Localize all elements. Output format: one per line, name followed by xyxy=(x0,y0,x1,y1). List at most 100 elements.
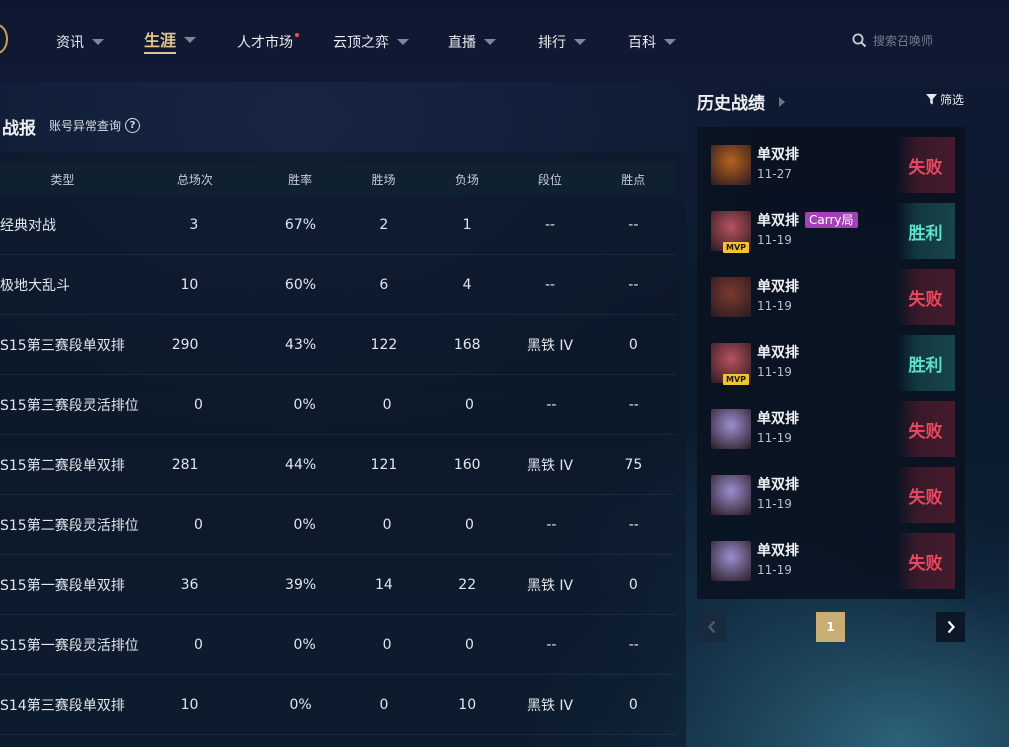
chevron-down-icon xyxy=(397,39,409,45)
search-input[interactable]: 搜索召唤师 xyxy=(852,32,933,49)
nav-label: 排行 xyxy=(538,35,566,51)
table-cell: S15第三赛段单双排 xyxy=(0,337,125,354)
match-item[interactable]: MVP 单双排 Carry局 11-19 胜利 xyxy=(697,193,965,259)
table-cell: 10 xyxy=(180,696,199,713)
table-cell: 290 xyxy=(171,336,199,353)
column-header: 段位 xyxy=(537,172,562,187)
table-cell: 黑铁 IV xyxy=(526,457,574,474)
table-cell: 0 xyxy=(465,636,474,653)
table-cell: 黑铁 IV xyxy=(526,697,574,714)
carry-badge: Carry局 xyxy=(805,212,858,228)
table-cell: 168 xyxy=(453,336,481,353)
filter-button[interactable]: 筛选 xyxy=(926,91,964,108)
table-cell: 0 xyxy=(194,396,203,413)
table-cell: S15第二赛段单双排 xyxy=(0,457,125,474)
column-header: 总场次 xyxy=(176,172,213,187)
nav-item-news[interactable]: 资讯 xyxy=(56,32,104,52)
chevron-down-icon xyxy=(484,39,496,45)
table-cell: -- xyxy=(628,396,639,413)
match-mode-label: 单双排 xyxy=(757,411,799,427)
page-number-button[interactable]: 1 xyxy=(816,612,845,642)
match-history-list: 单双排 11-27 失败 MVP 单双排 Carry局 11-19 胜利 单双排 11-19 失败 M… xyxy=(697,127,965,599)
champion-avatar xyxy=(711,541,751,581)
table-cell: -- xyxy=(546,516,557,533)
match-result: 胜利 xyxy=(896,203,955,259)
table-cell: 67% xyxy=(284,216,317,233)
table-cell: 60% xyxy=(284,276,317,293)
match-item[interactable]: MVP 单双排 11-19 胜利 xyxy=(697,325,965,391)
match-mode: 单双排 xyxy=(757,408,799,428)
table-cell: 44% xyxy=(285,456,317,473)
prev-page-button[interactable] xyxy=(697,612,726,642)
next-page-button[interactable] xyxy=(936,612,965,642)
top-nav: 资讯 生涯 人才市场 云顶之弈 直播 排行 百科 搜索召唤师 xyxy=(0,0,1009,82)
column-header: 胜点 xyxy=(621,172,646,187)
match-item[interactable]: 单双排 11-19 失败 xyxy=(697,523,965,589)
match-mode-label: 单双排 xyxy=(757,147,799,163)
table-cell: 0 xyxy=(628,336,638,353)
table-row: S15第一赛段单双排 36 39% 14 22 黑铁 IV 0 xyxy=(0,555,675,615)
nav-item-tft[interactable]: 云顶之弈 xyxy=(333,32,409,52)
history-title[interactable]: 历史战绩 xyxy=(697,89,785,114)
table-cell: 0 xyxy=(628,576,638,593)
table-cell: 22 xyxy=(458,576,477,593)
champion-avatar xyxy=(711,409,751,449)
table-cell: 4 xyxy=(462,276,472,293)
table-cell: 14 xyxy=(375,576,393,593)
nav-item-ranking[interactable]: 排行 xyxy=(538,32,586,52)
table-cell: 0 xyxy=(194,516,203,533)
table-row: S15第一赛段灵活排位 0 0% 0 0 -- -- xyxy=(0,615,675,675)
table-row: S14第三赛段单双排 10 0% 0 10 黑铁 IV 0 xyxy=(0,675,675,735)
chevron-right-icon xyxy=(779,96,785,107)
match-item[interactable]: 单双排 11-27 失败 xyxy=(697,127,965,193)
nav-item-career[interactable]: 生涯 xyxy=(144,30,197,54)
table-row: S15第二赛段单双排 281 44% 121 160 黑铁 IV 75 xyxy=(0,435,675,495)
table-row: S15第二赛段灵活排位 0 0% 0 0 -- -- xyxy=(0,495,675,555)
table-cell: -- xyxy=(546,396,557,413)
chevron-left-icon xyxy=(707,620,715,634)
match-mode: 单双排 xyxy=(757,342,799,362)
table-cell: 0 xyxy=(465,516,474,533)
account-abnormal-link[interactable]: 账号异常查询 ? xyxy=(49,117,141,134)
table-cell: 0% xyxy=(293,516,316,533)
match-item[interactable]: 单双排 11-19 失败 xyxy=(697,391,965,457)
stats-table: 类型 总场次 胜率 胜场 负场 段位 胜点 经典对战 3 67% 2 1 -- -- 极地大乱… xyxy=(0,152,686,747)
help-icon[interactable]: ? xyxy=(125,118,141,133)
nav-item-live[interactable]: 直播 xyxy=(448,32,496,52)
table-cell: 121 xyxy=(370,456,398,473)
table-cell: 0 xyxy=(382,636,392,653)
match-result: 失败 xyxy=(896,533,955,589)
nav-item-talent-market[interactable]: 人才市场 xyxy=(237,32,299,52)
table-cell: 43% xyxy=(285,336,317,353)
history-title-label: 历史战绩 xyxy=(697,94,765,114)
table-cell: -- xyxy=(544,216,556,233)
match-result: 失败 xyxy=(896,467,955,523)
table-cell: 10 xyxy=(180,276,199,293)
table-cell: 经典对战 xyxy=(0,217,56,234)
match-item[interactable]: 单双排 11-19 失败 xyxy=(697,259,965,325)
match-result: 胜利 xyxy=(896,335,955,391)
notification-dot-icon xyxy=(295,33,299,37)
match-date: 11-19 xyxy=(757,233,792,247)
table-cell: -- xyxy=(546,636,557,653)
match-date: 11-19 xyxy=(757,299,792,313)
search-icon xyxy=(852,33,867,48)
table-cell: -- xyxy=(628,276,639,293)
nav-item-wiki[interactable]: 百科 xyxy=(628,32,676,52)
table-cell: 6 xyxy=(379,276,389,293)
match-item[interactable]: 单双排 11-19 失败 xyxy=(697,457,965,523)
table-cell: 0% xyxy=(293,396,316,413)
table-cell: S14第三赛段单双排 xyxy=(0,697,125,714)
table-cell: 极地大乱斗 xyxy=(0,277,70,294)
table-cell: 黑铁 IV xyxy=(526,577,574,594)
champion-avatar xyxy=(711,145,751,185)
account-abnormal-label: 账号异常查询 xyxy=(49,119,122,133)
nav-label: 直播 xyxy=(448,35,476,51)
table-cell: 122 xyxy=(370,336,398,353)
match-mode-label: 单双排 xyxy=(757,477,799,493)
table-cell: S15第三赛段灵活排位 xyxy=(0,397,139,414)
match-mode: 单双排 xyxy=(757,276,799,296)
match-date: 11-19 xyxy=(757,431,792,445)
match-mode: 单双排 xyxy=(757,474,799,494)
logo-icon[interactable] xyxy=(0,24,8,54)
